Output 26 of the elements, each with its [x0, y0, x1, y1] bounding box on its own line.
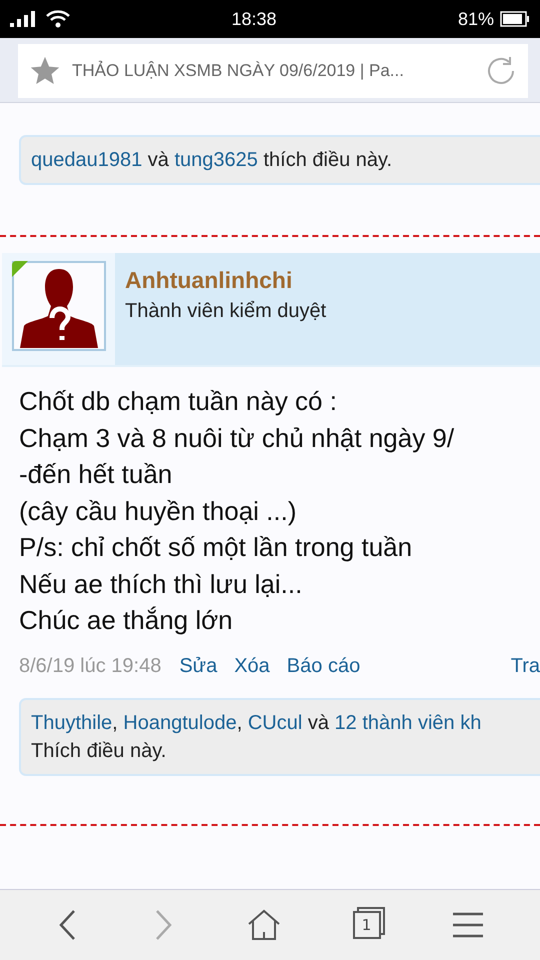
- post-date: 8/6/19 lúc 19:48: [19, 654, 162, 678]
- member-role: Thành viên kiểm duyệt: [125, 300, 326, 323]
- avatar[interactable]: [12, 261, 106, 351]
- post-text-line: Chạm 3 và 8 nuôi từ chủ nhật ngày 9/: [19, 422, 456, 454]
- likes-text: Thích điều này.: [31, 738, 168, 764]
- post-text-line: Chốt db chạm tuần này có :: [19, 385, 338, 418]
- address-bar[interactable]: THẢO LUẬN XSMB NGÀY 09/6/2019 | Pa...: [18, 44, 528, 98]
- reply-link[interactable]: Tra: [510, 654, 540, 678]
- home-icon[interactable]: [246, 908, 281, 942]
- likes-text: Thuythile, Hoangtulode, CUcul và 12 thành viên kh: [31, 710, 482, 736]
- author-name[interactable]: Anhtuanlinhchi: [125, 267, 326, 294]
- battery-level: 81%: [458, 8, 494, 30]
- page-title: THẢO LUẬN XSMB NGÀY 09/6/2019 | Pa...: [72, 61, 405, 81]
- post-text-line: P/s: chỉ chốt số một lần trong tuần: [19, 531, 414, 564]
- post-text-line: (cây cầu huyền thoại ...): [19, 494, 298, 528]
- likes-text: quedau1981 và tung3625 thích điều này.: [31, 148, 394, 173]
- battery-icon: [500, 11, 530, 27]
- post-action-link[interactable]: Sửa: [179, 654, 218, 678]
- wifi-icon: [46, 10, 70, 28]
- clock: 18:38: [231, 8, 277, 30]
- post-text-line: Chúc ae thắng lớn: [19, 604, 234, 637]
- post-action-link[interactable]: Báo cáo: [286, 654, 360, 678]
- post-text-line: -đến hết tuần: [19, 458, 174, 491]
- post-action-link[interactable]: Xóa: [234, 654, 270, 678]
- menu-icon[interactable]: [452, 911, 484, 939]
- post-text-line: Nếu ae thích thì lưu lại...: [19, 568, 304, 600]
